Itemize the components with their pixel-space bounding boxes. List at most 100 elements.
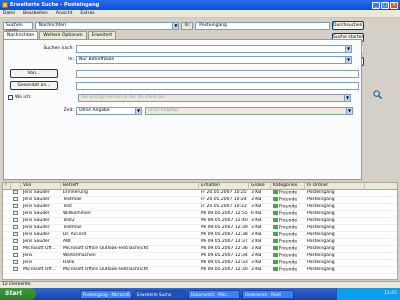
folder-cell: Posteingang xyxy=(307,253,335,258)
mail-icon xyxy=(11,231,21,239)
time-range-select[interactable]: ohne Angabe xyxy=(145,106,347,115)
table-row[interactable]: Jens Sauder Test2 Mi 09.05.2007 12:40 3 KB F… xyxy=(3,217,397,225)
close-icon[interactable]: × xyxy=(390,1,398,9)
task-outlook[interactable]: Posteingang - Microsoft... xyxy=(80,289,132,299)
category-label: Freunde xyxy=(279,253,298,259)
look-for-select[interactable]: Nachrichten xyxy=(34,21,174,30)
col-received[interactable]: Erhalten xyxy=(199,182,249,190)
subject-cell: Microsoft Office Outlook-Testnachricht xyxy=(63,246,149,251)
received-cell: Mi 09.05.2007 12:33 xyxy=(201,260,248,265)
menu-file[interactable]: Datei xyxy=(3,11,15,16)
subject-cell: Willkommen xyxy=(63,211,91,216)
table-row[interactable]: Jens Weitermachen Mi 09.05.2007 12:34 3 KB F… xyxy=(3,252,397,260)
subject-cell: Hallo xyxy=(63,260,75,265)
minimize-icon[interactable]: _ xyxy=(372,1,380,9)
menu-bar: Datei Bearbeiten Ansicht Extras xyxy=(0,10,400,18)
chevron-down-icon[interactable]: ▼ xyxy=(346,106,353,115)
envelope-icon xyxy=(13,196,18,201)
status-bar: 12 Elemente xyxy=(0,281,400,288)
col-size[interactable]: Größe xyxy=(249,182,271,190)
table-row[interactable]: Jens Sauder Dr. Accord Mi 09.05.2007 12:38… xyxy=(3,231,397,239)
table-row[interactable]: Jens Sauder Testmail Mi 09.05.2007 12:39 3 … xyxy=(3,224,397,232)
sent-to-button[interactable]: Gesendet an... xyxy=(10,81,58,90)
size-cell: 3 KB xyxy=(251,197,262,202)
col-icon[interactable] xyxy=(11,182,21,190)
subject-cell: AW: xyxy=(63,239,72,244)
where-checkbox[interactable] xyxy=(8,95,13,100)
category-label: Freunde xyxy=(279,246,298,252)
from-cell: Jens Sauder xyxy=(23,218,50,223)
subject-cell: Test2 xyxy=(63,218,75,223)
category-cell: Freunde xyxy=(271,190,305,196)
table-row[interactable]: Microsoft Off... Microsoft Office Outlook… xyxy=(3,266,397,274)
table-row[interactable]: Jens Sauder Willkommen Mi 09.05.2007 12:55… xyxy=(3,210,397,218)
subject-cell: Weitermachen xyxy=(63,253,96,258)
from-cell: Jens Sauder xyxy=(23,225,50,230)
table-row[interactable]: Jens Sauder AW: Mi 09.05.2007 12:37 3 KB Fre… xyxy=(3,238,397,246)
folder-cell: Posteingang xyxy=(307,218,335,223)
taskbar: Start Posteingang - Microsoft... Erweite… xyxy=(0,288,400,300)
folder-cell: Posteingang xyxy=(307,225,335,230)
search-for-label: Suchen nach: xyxy=(43,46,74,51)
received-cell: Mi 09.05.2007 12:34 xyxy=(201,253,248,258)
from-cell: Microsoft Off... xyxy=(23,246,56,251)
category-cell: Freunde xyxy=(271,252,305,260)
menu-tools[interactable]: Extras xyxy=(80,11,94,16)
sent-to-input[interactable] xyxy=(76,81,359,90)
chevron-down-icon[interactable]: ▼ xyxy=(345,55,352,64)
category-cell: Freunde xyxy=(271,259,305,267)
where-label: Wo ich: xyxy=(15,95,32,100)
table-row[interactable]: Jens Sauder Erinnerung Fr 20.05.2007 10:25… xyxy=(3,190,397,197)
category-cell: Freunde xyxy=(271,203,305,211)
col-categories[interactable]: Kategorien xyxy=(271,182,305,190)
col-subject[interactable]: Betreff xyxy=(61,182,199,190)
menu-view[interactable]: Ansicht xyxy=(56,11,73,16)
in-field-label: In: xyxy=(68,57,74,62)
category-color-icon xyxy=(273,210,278,215)
in-select[interactable]: Nur Betreffzeile xyxy=(76,55,346,64)
chevron-down-icon[interactable]: ▼ xyxy=(135,106,142,115)
from-button[interactable]: Von... xyxy=(10,69,58,78)
chevron-down-icon[interactable]: ▼ xyxy=(345,44,352,53)
table-row[interactable]: Jens Sauder Testmail Fr 20.05.2007 10:24 3 … xyxy=(3,196,397,204)
size-cell: 3 KB xyxy=(251,232,262,237)
subject-cell: Test xyxy=(63,204,72,209)
from-input[interactable] xyxy=(76,69,359,78)
task-paint[interactable]: Unbenannt - Paint xyxy=(242,289,294,299)
table-row[interactable]: Jens Hallo Mi 09.05.2007 12:33 3 KB Freunde P… xyxy=(3,259,397,267)
received-cell: Mi 09.05.2007 12:30 xyxy=(201,267,248,272)
folder-cell: Posteingang xyxy=(307,260,335,265)
mail-icon xyxy=(11,203,21,211)
envelope-icon xyxy=(13,266,18,271)
chevron-down-icon[interactable]: ▼ xyxy=(172,21,180,30)
title-bar: Erweiterte Suche - Posteingang _ □ × xyxy=(0,0,400,10)
browse-button[interactable]: Durchsuchen... xyxy=(332,21,364,30)
category-cell: Freunde xyxy=(271,245,305,253)
chevron-down-icon[interactable]: ▼ xyxy=(344,93,351,102)
col-folder[interactable]: In Ordner xyxy=(305,182,365,190)
folder-cell: Posteingang xyxy=(307,197,335,202)
envelope-icon xyxy=(13,252,18,257)
flag-col[interactable] xyxy=(365,183,395,190)
task-word[interactable]: Dokument1 - Micr... xyxy=(188,289,240,299)
task-advanced-find[interactable]: Erweiterte Suche xyxy=(134,289,186,299)
tab-more-choices[interactable]: Weitere Optionen xyxy=(39,31,87,39)
col-importance[interactable]: ! xyxy=(3,182,11,190)
where-select[interactable]: die einzige Person in der An-Zeile bin xyxy=(78,93,345,102)
category-label: Freunde xyxy=(279,218,298,224)
menu-edit[interactable]: Bearbeiten xyxy=(23,11,48,16)
category-label: Freunde xyxy=(279,239,298,245)
table-row[interactable]: Microsoft Off... Microsoft Office Outlook… xyxy=(3,245,397,253)
tab-messages[interactable]: Nachrichten xyxy=(3,31,39,39)
search-for-input[interactable] xyxy=(76,44,346,53)
tab-advanced[interactable]: Erweitert xyxy=(87,31,117,39)
table-row[interactable]: Jens Sauder Test Fr 20.05.2007 10:22 3 KB Fr… xyxy=(3,203,397,211)
maximize-icon[interactable]: □ xyxy=(381,1,389,9)
received-cell: Fr 20.05.2007 10:25 xyxy=(201,190,247,195)
received-cell: Mi 09.05.2007 12:39 xyxy=(201,225,248,230)
col-from[interactable]: Von xyxy=(21,182,61,190)
size-cell: 3 KB xyxy=(251,260,262,265)
time-select[interactable]: Ohne Angabe xyxy=(76,106,136,115)
category-cell: Freunde xyxy=(271,266,305,274)
start-button[interactable]: Start xyxy=(0,288,36,300)
